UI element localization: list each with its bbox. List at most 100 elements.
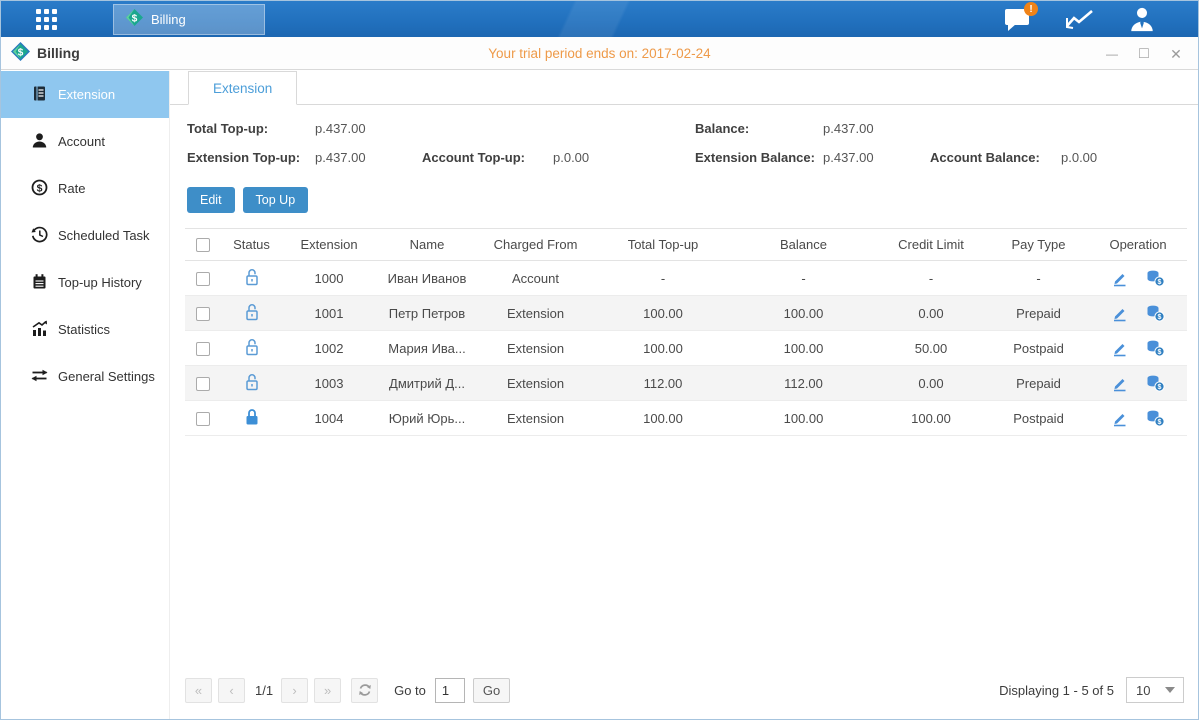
table-row[interactable]: 1003 Дмитрий Д... Extension 112.00 112.0… xyxy=(185,366,1187,401)
sidebar-item-statistics[interactable]: Statistics xyxy=(1,306,169,353)
close-icon[interactable]: ✕ xyxy=(1168,47,1184,61)
svg-text:$: $ xyxy=(1157,314,1161,321)
scheduled-task-icon xyxy=(31,226,48,246)
sidebar-item-general-settings[interactable]: General Settings xyxy=(1,353,169,400)
first-page-button[interactable]: « xyxy=(185,678,212,703)
account-icon xyxy=(31,132,48,152)
row-checkbox[interactable] xyxy=(196,307,210,321)
edit-row-icon[interactable] xyxy=(1111,375,1128,392)
refresh-icon xyxy=(358,683,372,697)
refresh-button[interactable] xyxy=(351,678,378,703)
sidebar-item-label: Scheduled Task xyxy=(58,228,150,243)
extension-table: Status Extension Name Charged From Total… xyxy=(185,228,1184,436)
prev-page-button[interactable]: ‹ xyxy=(218,678,245,703)
svg-text:$: $ xyxy=(1157,349,1161,356)
main-panel: Extension Total Top-up: p.437.00 Balance… xyxy=(169,71,1198,720)
billing-diamond-icon: $ xyxy=(126,9,143,31)
app-window: $ Billing ! xyxy=(0,0,1199,720)
tab-strip: Extension xyxy=(170,71,1198,105)
edit-row-icon[interactable] xyxy=(1111,340,1128,357)
extension-icon xyxy=(31,85,48,105)
svg-text:$: $ xyxy=(132,13,138,24)
sidebar-item-label: Account xyxy=(58,134,105,149)
top-up-row-icon[interactable]: $ xyxy=(1146,269,1165,287)
col-extension: Extension xyxy=(282,229,376,261)
status-unlocked-icon xyxy=(221,331,282,366)
top-bar: $ Billing ! xyxy=(1,1,1198,37)
pagination-bar: « ‹ 1/1 › » Go to Go Displaying xyxy=(170,670,1198,720)
statistics-chart-icon[interactable] xyxy=(1064,4,1096,34)
edit-row-icon[interactable] xyxy=(1111,410,1128,427)
edit-row-icon[interactable] xyxy=(1111,305,1128,322)
sidebar-item-account[interactable]: Account xyxy=(1,118,169,165)
top-up-button[interactable]: Top Up xyxy=(243,187,309,213)
general-settings-icon xyxy=(31,367,48,387)
col-balance: Balance xyxy=(733,229,874,261)
col-credit-limit: Credit Limit xyxy=(874,229,988,261)
row-checkbox[interactable] xyxy=(196,412,210,426)
col-operation: Operation xyxy=(1089,229,1187,261)
sidebar-item-label: Rate xyxy=(58,181,85,196)
sidebar: Extension Account $ Rate xyxy=(1,71,169,720)
top-up-row-icon[interactable]: $ xyxy=(1146,409,1165,427)
trial-message: Your trial period ends on: 2017-02-24 xyxy=(1,46,1198,61)
col-charged-from: Charged From xyxy=(478,229,593,261)
displaying-status: Displaying 1 - 5 of 5 xyxy=(999,683,1114,698)
sidebar-item-rate[interactable]: $ Rate xyxy=(1,165,169,212)
account-balance: Account Balance: p.0.00 xyxy=(930,150,1165,165)
last-page-button[interactable]: » xyxy=(314,678,341,703)
page-indicator: 1/1 xyxy=(255,683,273,698)
sidebar-item-topup-history[interactable]: Top-up History xyxy=(1,259,169,306)
status-unlocked-icon xyxy=(221,366,282,401)
svg-text:$: $ xyxy=(1157,279,1161,286)
taskbar-tab-billing[interactable]: $ Billing xyxy=(113,4,265,35)
messages-icon[interactable]: ! xyxy=(1002,4,1034,34)
page-size-select[interactable]: 10 xyxy=(1126,677,1184,703)
top-up-row-icon[interactable]: $ xyxy=(1146,304,1165,322)
total-topup: Total Top-up: p.437.00 xyxy=(187,121,422,136)
sidebar-item-label: Top-up History xyxy=(58,275,142,290)
edit-row-icon[interactable] xyxy=(1111,270,1128,287)
minimize-icon[interactable]: — xyxy=(1104,48,1120,60)
user-account-icon[interactable] xyxy=(1126,4,1158,34)
tab-extension[interactable]: Extension xyxy=(188,71,297,105)
edit-button[interactable]: Edit xyxy=(187,187,235,213)
svg-text:$: $ xyxy=(37,182,43,194)
chevron-down-icon xyxy=(1165,687,1175,693)
extension-balance: Extension Balance: p.437.00 xyxy=(695,150,930,165)
col-name: Name xyxy=(376,229,478,261)
extension-topup: Extension Top-up: p.437.00 xyxy=(187,150,422,165)
row-checkbox[interactable] xyxy=(196,342,210,356)
table-row[interactable]: 1000 Иван Иванов Account - - - - $ xyxy=(185,261,1187,296)
top-up-row-icon[interactable]: $ xyxy=(1146,339,1165,357)
col-pay-type: Pay Type xyxy=(988,229,1089,261)
col-total-topup: Total Top-up xyxy=(593,229,733,261)
taskbar-tab-label: Billing xyxy=(151,12,186,27)
sidebar-item-label: Extension xyxy=(58,87,115,102)
rate-icon: $ xyxy=(31,179,48,199)
sidebar-item-scheduled-task[interactable]: Scheduled Task xyxy=(1,212,169,259)
top-up-row-icon[interactable]: $ xyxy=(1146,374,1165,392)
row-checkbox[interactable] xyxy=(196,272,210,286)
sidebar-item-extension[interactable]: Extension xyxy=(1,71,169,118)
status-locked-icon xyxy=(221,401,282,436)
goto-page-input[interactable] xyxy=(435,678,465,703)
sidebar-item-label: Statistics xyxy=(58,322,110,337)
maximize-icon[interactable]: □ xyxy=(1136,46,1152,62)
balance: Balance: p.437.00 xyxy=(695,121,930,136)
table-row[interactable]: 1002 Мария Ива... Extension 100.00 100.0… xyxy=(185,331,1187,366)
col-status: Status xyxy=(221,229,282,261)
table-row[interactable]: 1004 Юрий Юрь... Extension 100.00 100.00… xyxy=(185,401,1187,436)
goto-label: Go to xyxy=(394,683,426,698)
select-all-checkbox[interactable] xyxy=(196,238,210,252)
sidebar-item-label: General Settings xyxy=(58,369,155,384)
svg-text:$: $ xyxy=(1157,419,1161,426)
account-topup: Account Top-up: p.0.00 xyxy=(422,150,695,165)
app-grid-icon[interactable] xyxy=(36,9,70,29)
table-row[interactable]: 1001 Петр Петров Extension 100.00 100.00… xyxy=(185,296,1187,331)
svg-text:$: $ xyxy=(1157,384,1161,391)
notification-badge: ! xyxy=(1024,2,1038,16)
next-page-button[interactable]: › xyxy=(281,678,308,703)
row-checkbox[interactable] xyxy=(196,377,210,391)
go-button[interactable]: Go xyxy=(473,678,510,703)
